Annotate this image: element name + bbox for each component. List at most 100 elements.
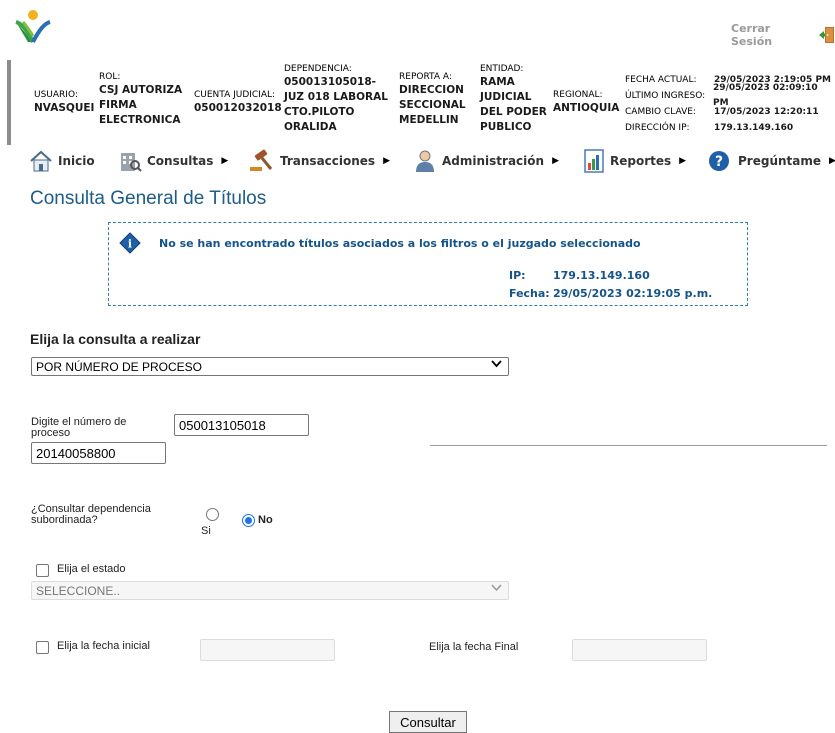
subordinate-label: ¿Consultar dependencia subordinada?	[31, 503, 151, 526]
entidad-value-line: DEL PODER	[480, 106, 547, 118]
start-date-checkbox[interactable]	[36, 641, 49, 654]
state-checkbox[interactable]	[36, 564, 49, 577]
menu-item-preguntame[interactable]: ? Pregúntame ▶	[708, 147, 835, 175]
menu-item-administracion[interactable]: Administración ▶	[413, 147, 559, 175]
process-prefix-value: 050013105018	[179, 417, 266, 433]
regional-value: ANTIOQUIA	[553, 102, 620, 114]
caret-right-icon: ▶	[221, 156, 229, 166]
menu-item-inicio[interactable]: Inicio	[29, 147, 95, 175]
menu-item-label: Inicio	[58, 154, 95, 168]
home-icon	[29, 150, 53, 172]
state-select[interactable]: SELECCIONE..	[31, 581, 509, 600]
app-logo	[14, 10, 52, 44]
entidad-value-line: JUDICIAL	[480, 91, 532, 103]
notice-fecha-label: Fecha:	[509, 287, 550, 300]
menu-item-label: Reportes	[610, 154, 672, 168]
report-icon	[583, 149, 605, 173]
header-session-info: FECHA ACTUAL: 29/05/2023 2:19:05 PM ÚLTI…	[625, 72, 835, 136]
svg-text:?: ?	[715, 154, 723, 170]
usuario-value: NVASQUEI	[34, 102, 95, 114]
page-title: Consulta General de Títulos	[30, 188, 267, 209]
help-icon: ?	[708, 150, 730, 172]
notice-fecha-row: Fecha: 29/05/2023 02:19:05 p.m.	[509, 287, 712, 300]
divider-line	[430, 445, 827, 446]
logout-link[interactable]: Cerrar Sesión	[731, 22, 835, 48]
entidad-label: ENTIDAD:	[480, 64, 524, 74]
rol-label: ROL:	[99, 72, 121, 82]
cambio-clave-label: CAMBIO CLAVE:	[625, 107, 696, 117]
caret-right-icon: ▶	[679, 156, 687, 166]
rol-value-line: CSJ AUTORIZA	[99, 84, 183, 96]
radio-no-label: No	[258, 514, 273, 526]
rol-value-line: FIRMA	[99, 99, 137, 111]
notice-ip-value: 179.13.149.160	[553, 269, 650, 282]
menu-item-label: Transacciones	[280, 154, 376, 168]
end-date-label: Elija la fecha Final	[429, 641, 519, 653]
reporta-value-line: DIRECCION	[399, 84, 464, 96]
query-type-label: Elija la consulta a realizar	[30, 331, 201, 347]
dependencia-label: DEPENDENCIA:	[284, 64, 352, 74]
reporta-value-line: SECCIONAL	[399, 99, 466, 111]
menu-item-label: Consultas	[147, 154, 214, 168]
door-exit-icon	[819, 26, 835, 44]
process-suffix-input[interactable]: 20140058800	[31, 442, 166, 464]
notice-ip-row: IP: 179.13.149.160	[509, 269, 650, 282]
start-date-label: Elija la fecha inicial	[57, 640, 150, 652]
process-number-label: Digite el número de proceso	[31, 416, 127, 439]
state-value: SELECCIONE..	[36, 583, 121, 598]
process-prefix-input[interactable]: 050013105018	[174, 414, 309, 436]
info-icon: i	[119, 232, 141, 254]
dependencia-value-line: CTO.PILOTO	[284, 106, 355, 118]
header-entidad: ENTIDAD: RAMA JUDICIAL DEL PODER PUBLICO	[480, 63, 547, 135]
dependencia-value-line: JUZ 018 LABORAL	[284, 91, 388, 103]
building-icon	[118, 149, 142, 173]
fecha-actual-label: FECHA ACTUAL:	[625, 75, 697, 85]
logout-label: Cerrar Sesión	[731, 22, 773, 48]
menu-item-consultas[interactable]: Consultas ▶	[118, 147, 228, 175]
cuenta-value: 050012032018	[194, 102, 282, 114]
header-dependencia: DEPENDENCIA: 050013105018- JUZ 018 LABOR…	[284, 63, 388, 135]
reporta-value-line: MEDELLIN	[399, 114, 459, 126]
radio-no[interactable]	[242, 514, 255, 527]
state-label: Elija el estado	[57, 563, 126, 575]
dependencia-value-line: 050013105018-	[284, 76, 377, 88]
header-reporta: REPORTA A: DIRECCION SECCIONAL MEDELLIN	[399, 71, 466, 128]
end-date-input[interactable]	[572, 639, 707, 661]
header-cuenta: CUENTA JUDICIAL: 050012032018	[194, 89, 282, 116]
process-suffix-value: 20140058800	[36, 445, 116, 461]
cambio-clave-value: 17/05/2023 12:20:11	[714, 106, 819, 117]
entidad-value-line: PUBLICO	[480, 121, 532, 133]
user-icon	[413, 149, 437, 173]
notice-box: i No se han encontrado títulos asociados…	[108, 222, 748, 306]
menu-item-label: Pregúntame	[738, 154, 822, 168]
ultimo-ingreso-label: ÚLTIMO INGRESO:	[625, 91, 706, 101]
direccion-ip-value: 179.13.149.160	[714, 122, 794, 133]
usuario-label: USUARIO:	[34, 90, 78, 100]
start-date-input[interactable]	[200, 639, 335, 661]
cuenta-label: CUENTA JUDICIAL:	[194, 90, 276, 100]
svg-text:i: i	[128, 238, 132, 251]
notice-message: No se han encontrado títulos asociados a…	[159, 237, 641, 250]
regional-label: REGIONAL:	[553, 90, 603, 100]
notice-fecha-value: 29/05/2023 02:19:05 p.m.	[553, 287, 713, 300]
entidad-value-line: RAMA	[480, 76, 515, 88]
query-type-select[interactable]: POR NÚMERO DE PROCESO	[31, 357, 509, 376]
header-rol: ROL: CSJ AUTORIZA FIRMA ELECTRONICA	[99, 71, 182, 128]
radio-si[interactable]	[206, 508, 219, 521]
caret-right-icon: ▶	[829, 156, 835, 166]
chevron-down-icon	[491, 584, 502, 595]
direccion-ip-label: DIRECCIÓN IP:	[625, 123, 690, 133]
menu-item-reportes[interactable]: Reportes ▶	[583, 147, 686, 175]
consultar-button[interactable]: Consultar	[389, 711, 467, 733]
caret-right-icon: ▶	[552, 156, 559, 166]
query-type-value: POR NÚMERO DE PROCESO	[36, 359, 203, 374]
reporta-label: REPORTA A:	[399, 72, 452, 82]
chevron-down-icon	[491, 360, 502, 371]
dependencia-value-line: ORALIDA	[284, 121, 337, 133]
consultar-label: Consultar	[400, 714, 456, 730]
menu-item-transacciones[interactable]: Transacciones ▶	[249, 147, 390, 175]
radio-si-label: Si	[201, 525, 211, 537]
rol-value-line: ELECTRONICA	[99, 114, 181, 126]
header-regional: REGIONAL: ANTIOQUIA	[553, 89, 619, 116]
menu-item-label: Administración	[442, 154, 545, 168]
